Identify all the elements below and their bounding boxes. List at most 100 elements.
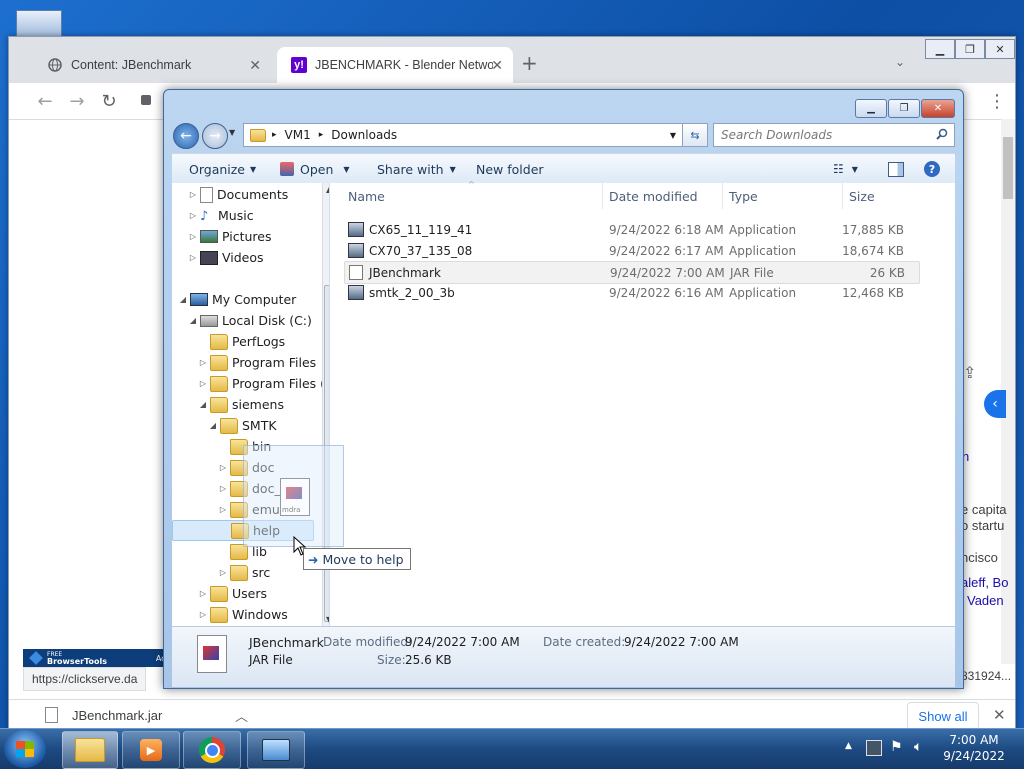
action-center-icon[interactable]: ⚑ [890,739,903,755]
page-scrollbar-thumb[interactable] [1003,137,1013,199]
back-arrow-icon[interactable]: ← [173,123,199,149]
close-tab-icon[interactable]: ✕ [491,57,503,74]
application-icon [348,222,364,237]
tree-item-src[interactable]: ▷ src [218,562,270,583]
collapse-icon[interactable]: ◢ [198,400,208,409]
file-size: 26 KB [869,265,905,280]
share-icon[interactable]: ⇪ [963,363,976,382]
expand-icon[interactable]: ▷ [198,589,208,598]
close-button[interactable]: ✕ [921,99,955,118]
view-options-icon[interactable]: ☷ ▼ [833,154,858,184]
file-row-selected[interactable]: JBenchmark 9/24/2022 7:00 AM JAR File 26… [344,261,920,284]
expand-icon[interactable]: ▷ [188,211,198,220]
file-size: 17,885 KB [842,222,904,237]
browsertools-label: BrowserTools [47,657,107,666]
expand-icon[interactable]: ▷ [188,232,198,241]
taskbar-explorer-button[interactable] [62,731,118,769]
collapse-icon[interactable]: ◢ [178,295,188,304]
file-row[interactable]: CX70_37_135_08 9/24/2022 6:17 AM Applica… [344,240,918,261]
tree-label: Users [232,586,268,601]
close-button[interactable]: ✕ [985,39,1015,59]
new-tab-button[interactable]: + [521,51,538,75]
tree-item-siemens[interactable]: ◢ siemens [198,394,284,415]
expand-icon[interactable]: ▷ [218,568,228,577]
close-tab-icon[interactable]: ✕ [249,57,261,74]
reload-icon[interactable]: ↻ [97,89,121,113]
browsertools-banner[interactable]: FREE BrowserTools Adv [23,649,173,667]
restore-button[interactable]: ❐ [955,39,985,59]
tree-item-perflogs[interactable]: PerfLogs [198,331,285,352]
taskbar-media-player-button[interactable]: ▶ [122,731,180,769]
recent-pages-chevron-icon[interactable]: ▼ [229,128,235,137]
desktop-shortcut-icon[interactable] [16,10,62,38]
tab-content-jbenchmark[interactable]: Content: JBenchmark ✕ [33,47,271,83]
expand-icon[interactable]: ▷ [198,358,208,367]
forward-arrow-icon[interactable]: → [202,123,228,149]
collapse-icon[interactable]: ‹ [984,390,1006,418]
refresh-button[interactable]: ⇆ [682,123,708,147]
tree-item-users[interactable]: ▷ Users [198,583,267,604]
breadcrumb-vm1[interactable]: VM1 [285,128,311,142]
network-icon[interactable] [866,740,882,756]
taskbar-control-panel-button[interactable] [247,731,305,769]
expand-icon[interactable]: ▷ [198,379,208,388]
breadcrumb-downloads[interactable]: Downloads [331,128,397,142]
show-all-button[interactable]: Show all [907,702,979,730]
expand-icon[interactable]: ▷ [218,463,228,472]
tree-item-local-disk[interactable]: ◢ Local Disk (C:) [188,310,312,331]
file-row[interactable]: CX65_11_119_41 9/24/2022 6:18 AM Applica… [344,219,918,240]
maximize-button[interactable]: ❐ [888,99,920,118]
show-hidden-icons[interactable]: ▲ [845,741,852,751]
expand-icon[interactable]: ▷ [188,253,198,262]
preview-pane-icon[interactable] [888,154,904,184]
collapse-icon[interactable]: ◢ [208,421,218,430]
search-input[interactable]: Search Downloads [713,123,955,147]
folder-icon [250,128,266,142]
minimize-button[interactable]: ▁ [925,39,955,59]
page-snippet: aleff, Bo [961,575,1009,590]
chevron-up-icon[interactable]: ︿ [235,706,248,725]
tree-item-music[interactable]: ▷ ♪ Music [188,205,254,226]
start-button[interactable] [4,730,46,768]
address-bar[interactable]: ▸ VM1 ▸ Downloads ▼ [243,123,683,147]
tab-jbenchmark-blender[interactable]: y! JBENCHMARK - Blender Networ ✕ [277,47,513,83]
close-shelf-icon[interactable]: ✕ [993,706,1006,724]
back-icon[interactable]: ← [33,89,57,113]
share-with-button[interactable]: Share with ▼ [377,154,456,184]
column-header-size[interactable]: Size [843,183,923,209]
help-icon[interactable]: ? [924,154,940,184]
column-header-date[interactable]: Date modified [603,183,723,209]
menu-icon[interactable]: ⋮ [985,89,1009,113]
volume-icon[interactable]: 🔈︎ [914,739,922,755]
address-dropdown-icon[interactable]: ▼ [670,131,676,140]
taskbar-chrome-button[interactable] [183,731,241,769]
tree-item-program-files-x86[interactable]: ▷ Program Files ( [198,373,325,394]
column-header-type[interactable]: Type [723,183,843,209]
tree-item-documents[interactable]: ▷ Documents [188,184,288,205]
expand-icon[interactable]: ▷ [218,505,228,514]
tree-item-my-computer[interactable]: ◢ My Computer [178,289,296,310]
tree-item-videos[interactable]: ▷ Videos [188,247,264,268]
tree-item-program-files[interactable]: ▷ Program Files [198,352,316,373]
organize-button[interactable]: Organize ▼ [189,154,256,184]
expand-icon[interactable]: ▷ [198,610,208,619]
new-folder-button[interactable]: New folder [476,154,544,184]
open-button[interactable]: Open ▼ [280,154,350,184]
tab-search-chevron-icon[interactable]: ⌄ [895,55,905,69]
forward-icon[interactable]: → [65,89,89,113]
tree-item-pictures[interactable]: ▷ Pictures [188,226,272,247]
expand-icon[interactable]: ▷ [218,484,228,493]
column-label: Date modified [609,188,698,204]
tree-item-windows[interactable]: ▷ Windows [198,604,288,625]
file-row[interactable]: smtk_2_00_3b 9/24/2022 6:16 AM Applicati… [344,282,918,303]
download-item[interactable]: JBenchmark.jar ︿ [17,700,259,730]
clock[interactable]: 7:00 AM 9/24/2022 [934,732,1014,764]
tree-item-smtk[interactable]: ◢ SMTK [208,415,277,436]
collapse-icon[interactable]: ◢ [188,316,198,325]
expand-icon[interactable]: ▷ [188,190,198,199]
folder-icon [230,564,248,581]
column-header-name[interactable]: Name [330,183,603,209]
move-arrow-icon: ➜ [308,551,319,567]
size-value: 25.6 KB [405,653,452,667]
minimize-button[interactable]: ▁ [855,99,887,118]
